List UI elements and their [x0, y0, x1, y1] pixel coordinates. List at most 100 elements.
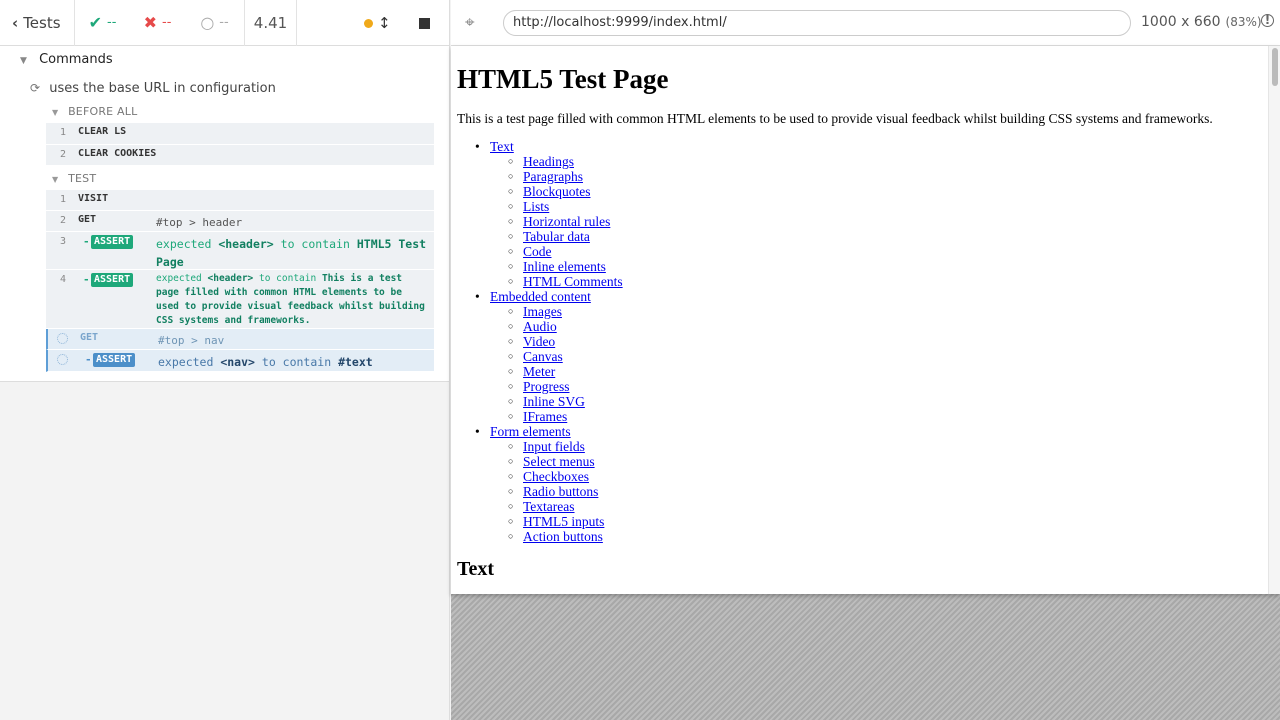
- assert-mid: to contain: [261, 355, 332, 369]
- reporter-header: ‹ Tests ✔ -- ✖ -- ○ -- 4.41 ↕: [0, 0, 449, 46]
- toc-sublink[interactable]: Audio: [523, 319, 557, 334]
- auto-scroll-icon[interactable]: ↕: [378, 14, 391, 32]
- pending-stat[interactable]: ○ --: [185, 0, 245, 46]
- toc-sublink[interactable]: Inline SVG: [523, 394, 585, 409]
- assert-badge: ASSERT: [93, 353, 136, 367]
- toc-sublink[interactable]: Meter: [523, 364, 555, 379]
- toc-sublink[interactable]: Tabular data: [523, 229, 590, 244]
- toc-subitem: Horizontal rules: [457, 214, 623, 229]
- hook-label: TEST: [68, 172, 97, 185]
- assert-mid: to contain: [259, 273, 317, 284]
- toc-item: Embedded content: [457, 289, 623, 304]
- command-get-nav[interactable]: GET #top > nav: [46, 329, 434, 350]
- spinner-icon: [57, 333, 68, 344]
- hook-before-all[interactable]: ▼ BEFORE ALL: [52, 105, 137, 118]
- toc-sublink[interactable]: Textareas: [523, 499, 575, 514]
- toc-sublink[interactable]: Radio buttons: [523, 484, 598, 499]
- scrollbar-thumb[interactable]: [1272, 48, 1278, 86]
- toc-sublink[interactable]: HTML5 inputs: [523, 514, 604, 529]
- command-number: 1: [60, 127, 67, 138]
- toc-sublink[interactable]: Select menus: [523, 454, 595, 469]
- toc-link[interactable]: Embedded content: [490, 289, 591, 304]
- toc-subitem: Checkboxes: [457, 469, 623, 484]
- toc-item: Text: [457, 139, 623, 154]
- failed-stat[interactable]: ✖ --: [130, 0, 185, 46]
- toc-link[interactable]: Text: [490, 139, 514, 154]
- commands-header[interactable]: ▼ Commands: [20, 52, 113, 67]
- test-title[interactable]: ⟳ uses the base URL in configuration: [30, 81, 276, 96]
- selector-playground-icon[interactable]: ⌖: [465, 13, 475, 33]
- assert-subject: <header>: [218, 237, 274, 251]
- assert-subject: <nav>: [220, 355, 255, 369]
- assert-pre: expected: [158, 355, 214, 369]
- aut-header: ⌖ http://localhost:9999/index.html/ 1000…: [451, 0, 1280, 46]
- command-name: CLEAR COOKIES: [78, 148, 157, 159]
- section-heading: Text: [457, 558, 495, 580]
- toc-subitem: Canvas: [457, 349, 623, 364]
- toc-subitem: Inline elements: [457, 259, 623, 274]
- toc-subitem: HTML Comments: [457, 274, 623, 289]
- toc-sublink[interactable]: Headings: [523, 154, 574, 169]
- toc-sublink[interactable]: Code: [523, 244, 552, 259]
- toc-sublink[interactable]: Images: [523, 304, 562, 319]
- toc-link[interactable]: Form elements: [490, 424, 571, 439]
- reporter-panel: ‹ Tests ✔ -- ✖ -- ○ -- 4.41 ↕ ▼ Commands…: [0, 0, 450, 720]
- command-clear-cookies[interactable]: 2 CLEAR COOKIES: [46, 145, 434, 166]
- command-get-header[interactable]: 2 GET #top > header: [46, 211, 434, 232]
- test-title-text: uses the base URL in configuration: [49, 81, 276, 96]
- assert-dash: -: [83, 235, 90, 248]
- command-number: 3: [60, 236, 67, 247]
- command-assert-header-title[interactable]: 3 - ASSERT expected <header> to contain …: [46, 232, 434, 270]
- toc-sublink[interactable]: Horizontal rules: [523, 214, 610, 229]
- hook-test[interactable]: ▼ TEST: [52, 172, 96, 185]
- toc-sublink[interactable]: Inline elements: [523, 259, 606, 274]
- toc-sublink[interactable]: HTML Comments: [523, 274, 623, 289]
- assert-subject: <header>: [207, 273, 254, 284]
- failed-count: --: [162, 15, 172, 30]
- assert-badge: ASSERT: [91, 235, 134, 249]
- toc-subitem: Blockquotes: [457, 184, 623, 199]
- commands-title: Commands: [39, 52, 113, 67]
- info-icon[interactable]: !: [1261, 14, 1274, 27]
- viewport-info[interactable]: 1000 x 660 (83%): [1141, 14, 1262, 30]
- command-number: 2: [60, 215, 67, 226]
- running-status-dot: [364, 19, 373, 28]
- toc-subitem: HTML5 inputs: [457, 514, 623, 529]
- stop-button[interactable]: [419, 18, 430, 29]
- iframe-scrollbar[interactable]: [1268, 46, 1280, 594]
- toc-subitem: Progress: [457, 379, 623, 394]
- toc-subitem: Input fields: [457, 439, 623, 454]
- toc-subitem: Meter: [457, 364, 623, 379]
- spinner-icon: [57, 354, 68, 365]
- command-assert-nav[interactable]: - ASSERT expected <nav> to contain #text: [46, 350, 434, 372]
- toc-sublink[interactable]: Canvas: [523, 349, 563, 364]
- page-intro: This is a test page filled with common H…: [457, 111, 1213, 126]
- toc-sublink[interactable]: Video: [523, 334, 555, 349]
- command-number: 2: [60, 149, 67, 160]
- command-number: 4: [60, 274, 67, 285]
- command-assert-header-text[interactable]: 4 - ASSERT expected <header> to contain …: [46, 270, 434, 329]
- toc-sublink[interactable]: Action buttons: [523, 529, 603, 544]
- toc-sublink[interactable]: Input fields: [523, 439, 585, 454]
- back-label: Tests: [23, 13, 61, 32]
- caret-down-icon: ▼: [20, 56, 27, 66]
- passed-stat[interactable]: ✔ --: [75, 0, 130, 46]
- url-display[interactable]: http://localhost:9999/index.html/: [503, 10, 1131, 36]
- toc-sublink[interactable]: IFrames: [523, 409, 567, 424]
- command-visit[interactable]: 1 VISIT: [46, 190, 434, 211]
- toc-sublink[interactable]: Lists: [523, 199, 549, 214]
- viewport-scale: (83%): [1225, 15, 1262, 29]
- app-under-test-panel: ⌖ http://localhost:9999/index.html/ 1000…: [451, 0, 1280, 720]
- toc-subitem: Code: [457, 244, 623, 259]
- x-icon: ✖: [143, 13, 157, 32]
- command-clear-ls[interactable]: 1 CLEAR LS: [46, 123, 434, 145]
- toc-subitem: IFrames: [457, 409, 623, 424]
- back-to-tests-button[interactable]: ‹ Tests: [0, 0, 75, 46]
- toc-subitem: Select menus: [457, 454, 623, 469]
- toc-subitem: Headings: [457, 154, 623, 169]
- command-name: CLEAR LS: [78, 126, 127, 137]
- toc-sublink[interactable]: Paragraphs: [523, 169, 583, 184]
- toc-sublink[interactable]: Blockquotes: [523, 184, 591, 199]
- toc-sublink[interactable]: Checkboxes: [523, 469, 589, 484]
- toc-sublink[interactable]: Progress: [523, 379, 570, 394]
